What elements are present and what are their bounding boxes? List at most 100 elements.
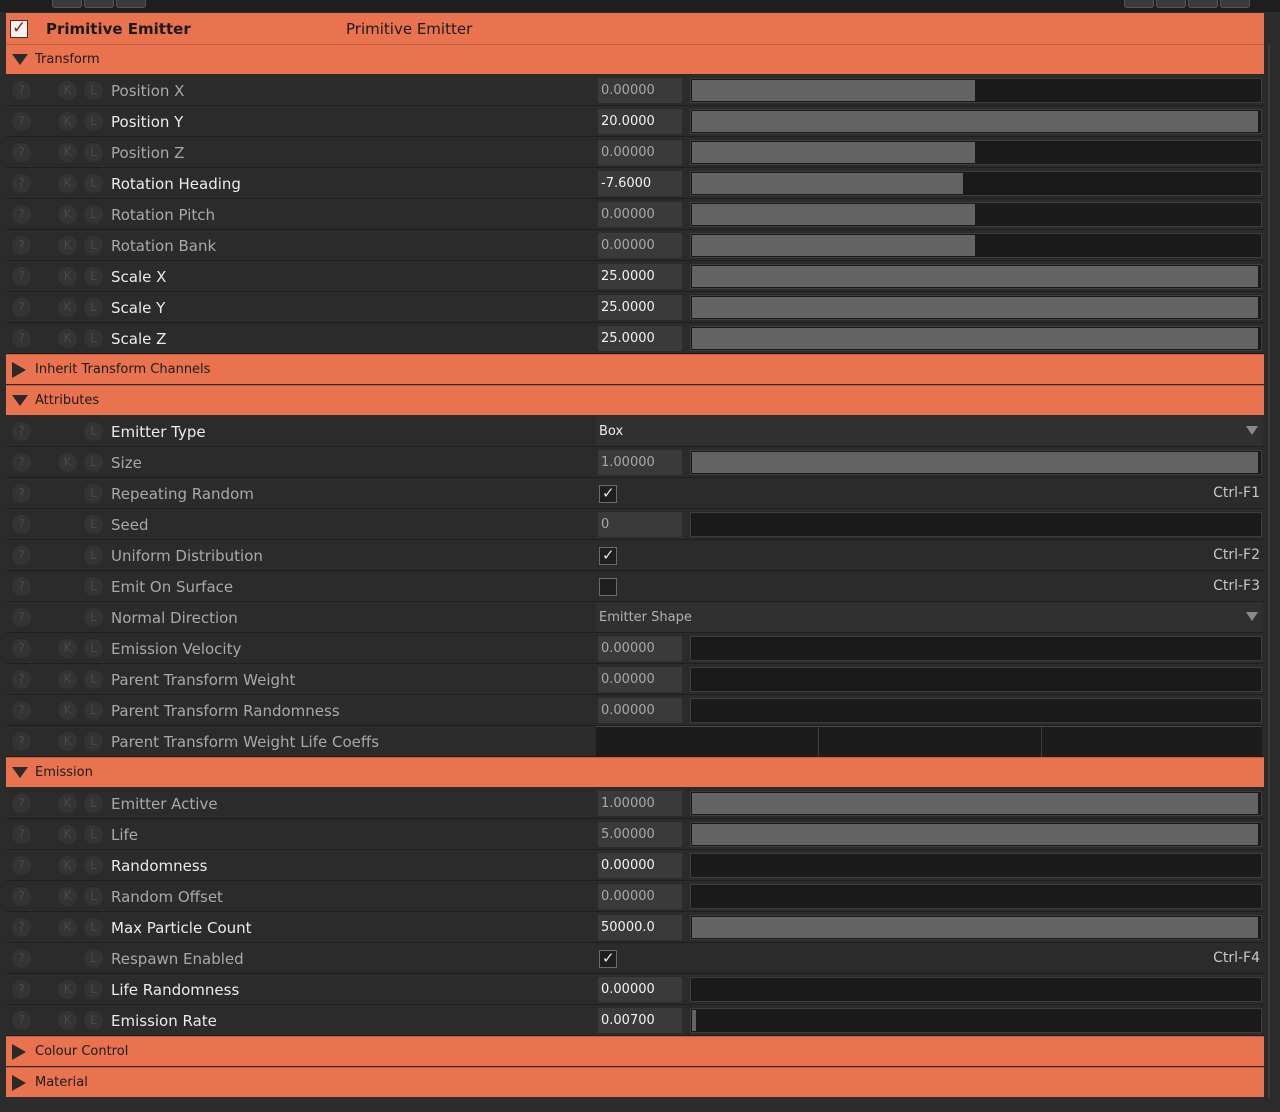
- link-icon[interactable]: L: [84, 887, 103, 906]
- value-slider[interactable]: [690, 512, 1262, 537]
- toolbar-button[interactable]: [1188, 0, 1218, 8]
- value-slider[interactable]: [690, 450, 1262, 475]
- link-icon[interactable]: L: [84, 825, 103, 844]
- keyframe-icon[interactable]: K: [58, 639, 77, 658]
- keyframe-icon[interactable]: K: [58, 205, 77, 224]
- value-field[interactable]: 0.00000: [598, 853, 682, 878]
- link-icon[interactable]: L: [84, 670, 103, 689]
- chevron-down-icon[interactable]: [1246, 426, 1258, 435]
- help-icon[interactable]: ?: [12, 918, 31, 937]
- value-field[interactable]: 0.00000: [598, 884, 682, 909]
- help-icon[interactable]: ?: [12, 484, 31, 503]
- value-slider[interactable]: [690, 233, 1262, 258]
- value-field[interactable]: 0.00000: [598, 233, 682, 258]
- value-field[interactable]: 0.00000: [598, 78, 682, 103]
- section-header-material[interactable]: Material: [6, 1067, 1264, 1097]
- toolbar-button[interactable]: [1220, 0, 1250, 8]
- keyframe-icon[interactable]: K: [58, 236, 77, 255]
- help-icon[interactable]: ?: [12, 670, 31, 689]
- keyframe-icon[interactable]: K: [58, 825, 77, 844]
- link-icon[interactable]: L: [84, 329, 103, 348]
- help-icon[interactable]: ?: [12, 577, 31, 596]
- link-icon[interactable]: L: [84, 546, 103, 565]
- keyframe-icon[interactable]: K: [58, 298, 77, 317]
- value-field[interactable]: 0.00000: [598, 698, 682, 723]
- value-slider[interactable]: [690, 667, 1262, 692]
- section-header-transform[interactable]: Transform: [6, 44, 1264, 74]
- keyframe-icon[interactable]: K: [58, 794, 77, 813]
- help-icon[interactable]: ?: [12, 422, 31, 441]
- help-icon[interactable]: ?: [12, 205, 31, 224]
- link-icon[interactable]: L: [84, 112, 103, 131]
- scrollbar[interactable]: [1268, 44, 1270, 1098]
- value-field[interactable]: 5.00000: [598, 822, 682, 847]
- help-icon[interactable]: ?: [12, 236, 31, 255]
- value-slider[interactable]: [690, 791, 1262, 816]
- help-icon[interactable]: ?: [12, 701, 31, 720]
- link-icon[interactable]: L: [84, 980, 103, 999]
- triangle-right-icon[interactable]: [12, 1044, 26, 1060]
- link-icon[interactable]: L: [84, 453, 103, 472]
- value-field[interactable]: 0.00000: [598, 977, 682, 1002]
- help-icon[interactable]: ?: [12, 794, 31, 813]
- link-icon[interactable]: L: [84, 701, 103, 720]
- dropdown-select[interactable]: Emitter Shape: [596, 602, 1262, 632]
- value-slider[interactable]: [690, 915, 1262, 940]
- keyframe-icon[interactable]: K: [58, 918, 77, 937]
- link-icon[interactable]: L: [84, 918, 103, 937]
- emitter-enabled-checkbox[interactable]: ✓: [10, 18, 28, 38]
- value-slider[interactable]: [690, 853, 1262, 878]
- help-icon[interactable]: ?: [12, 267, 31, 286]
- checkbox[interactable]: [599, 578, 617, 596]
- link-icon[interactable]: L: [84, 143, 103, 162]
- help-icon[interactable]: ?: [12, 1011, 31, 1030]
- help-icon[interactable]: ?: [12, 887, 31, 906]
- triangle-down-icon[interactable]: [12, 767, 28, 778]
- link-icon[interactable]: L: [84, 1011, 103, 1030]
- link-icon[interactable]: L: [84, 422, 103, 441]
- value-field[interactable]: 0.00000: [598, 202, 682, 227]
- value-field[interactable]: 0.00000: [598, 667, 682, 692]
- section-header-inherit-transform-channels[interactable]: Inherit Transform Channels: [6, 354, 1264, 384]
- link-icon[interactable]: L: [84, 484, 103, 503]
- help-icon[interactable]: ?: [12, 639, 31, 658]
- keyframe-icon[interactable]: K: [58, 670, 77, 689]
- link-icon[interactable]: L: [84, 856, 103, 875]
- keyframe-icon[interactable]: K: [58, 453, 77, 472]
- value-field[interactable]: 50000.0: [598, 915, 682, 940]
- link-icon[interactable]: L: [84, 515, 103, 534]
- link-icon[interactable]: L: [84, 608, 103, 627]
- value-slider[interactable]: [690, 977, 1262, 1002]
- triangle-down-icon[interactable]: [12, 395, 28, 406]
- keyframe-icon[interactable]: K: [58, 174, 77, 193]
- value-field[interactable]: 1.00000: [598, 791, 682, 816]
- link-icon[interactable]: L: [84, 732, 103, 751]
- toolbar-button[interactable]: [52, 0, 82, 8]
- value-field[interactable]: 25.0000: [598, 295, 682, 320]
- help-icon[interactable]: ?: [12, 112, 31, 131]
- value-field[interactable]: 0.00000: [598, 140, 682, 165]
- value-slider[interactable]: [690, 822, 1262, 847]
- help-icon[interactable]: ?: [12, 732, 31, 751]
- help-icon[interactable]: ?: [12, 174, 31, 193]
- value-slider[interactable]: [690, 698, 1262, 723]
- help-icon[interactable]: ?: [12, 980, 31, 999]
- value-slider[interactable]: [690, 295, 1262, 320]
- value-slider[interactable]: [690, 264, 1262, 289]
- keyframe-icon[interactable]: K: [58, 732, 77, 751]
- value-field[interactable]: 25.0000: [598, 326, 682, 351]
- link-icon[interactable]: L: [84, 794, 103, 813]
- keyframe-icon[interactable]: K: [58, 701, 77, 720]
- link-icon[interactable]: L: [84, 267, 103, 286]
- value-field[interactable]: -7.6000: [598, 171, 682, 196]
- value-slider[interactable]: [690, 140, 1262, 165]
- dropdown-select[interactable]: Box: [596, 416, 1262, 446]
- help-icon[interactable]: ?: [12, 856, 31, 875]
- section-header-colour-control[interactable]: Colour Control: [6, 1036, 1264, 1066]
- keyframe-icon[interactable]: K: [58, 856, 77, 875]
- keyframe-icon[interactable]: K: [58, 112, 77, 131]
- help-icon[interactable]: ?: [12, 608, 31, 627]
- value-slider[interactable]: [690, 202, 1262, 227]
- checkbox[interactable]: ✓: [599, 484, 617, 503]
- value-slider[interactable]: [690, 109, 1262, 134]
